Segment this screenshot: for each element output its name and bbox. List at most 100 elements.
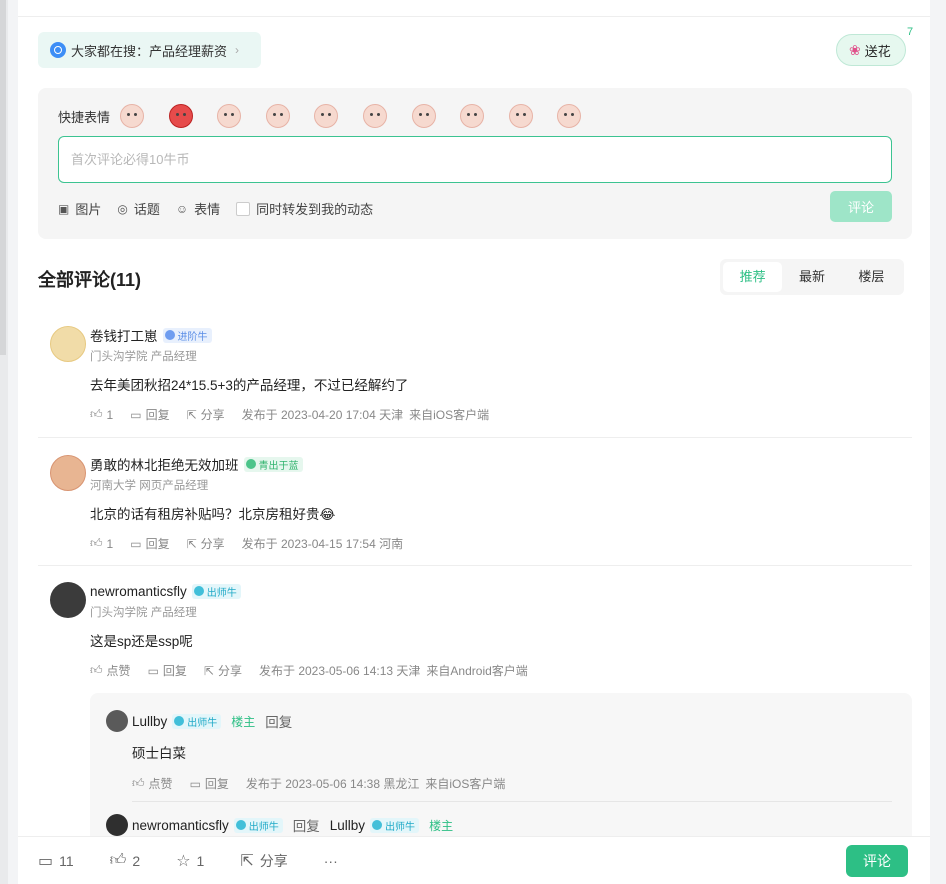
- reply-author[interactable]: Lullby: [132, 714, 167, 729]
- reply-target[interactable]: Lullby: [330, 818, 365, 833]
- tab-floor[interactable]: 楼层: [842, 262, 901, 292]
- send-flower-button[interactable]: ❀ 送花: [836, 34, 906, 66]
- like-post-button[interactable]: 👍︎ 2: [110, 851, 141, 870]
- cow-emoji-icon[interactable]: [411, 104, 436, 128]
- share-post-button[interactable]: ⇱ 分享: [240, 851, 287, 871]
- badge-label: 青出于蓝: [258, 460, 299, 472]
- reply-button[interactable]: ▭ 回复: [130, 406, 169, 423]
- reply-button[interactable]: ▭ 回复: [148, 662, 187, 679]
- reply-button[interactable]: ▭ 回复: [130, 535, 169, 552]
- comment-divider: [38, 437, 912, 438]
- tab-latest[interactable]: 最新: [782, 262, 841, 292]
- comments-count-button[interactable]: ▭ 11: [38, 851, 74, 871]
- emoji-tool-label: 表情: [194, 202, 221, 217]
- image-tool-button[interactable]: ▣ 图片: [58, 199, 101, 218]
- host-tag: 楼主: [231, 714, 256, 729]
- top-divider: [18, 16, 930, 17]
- cow-emoji-icon[interactable]: [557, 104, 582, 128]
- angry-cow-emoji-icon[interactable]: [168, 104, 193, 128]
- thumbs-up-icon: 👍︎: [109, 852, 127, 869]
- level-badge: 进阶牛: [162, 327, 212, 343]
- star-icon: ☆: [176, 852, 191, 870]
- reply-label: 回复: [145, 408, 170, 422]
- like-label: 点赞: [148, 777, 173, 791]
- comment-client: 来自iOS客户端: [409, 408, 490, 422]
- reply-label: 回复: [145, 537, 170, 551]
- author-school: 河南大学 网页产品经理: [90, 480, 209, 492]
- cow-emoji-icon[interactable]: [120, 104, 145, 128]
- thumbs-up-icon: 👍︎: [90, 663, 103, 677]
- cow-emoji-icon[interactable]: [362, 104, 387, 128]
- cow-emoji-icon[interactable]: [217, 104, 242, 128]
- reply-author[interactable]: newromanticsfly: [132, 818, 229, 833]
- bottom-comment-button[interactable]: 评论: [846, 845, 908, 877]
- like-button[interactable]: 👍︎ 1: [90, 407, 113, 422]
- avatar[interactable]: [50, 326, 86, 362]
- badge-label: 出师牛: [187, 717, 218, 729]
- like-count: 1: [106, 536, 114, 551]
- level-badge: 出师牛: [191, 583, 241, 599]
- comment-client: 来自Android客户端: [426, 664, 528, 678]
- comment-time: 发布于 2023-05-06 14:13 天津: [259, 664, 421, 678]
- like-label: 点赞: [106, 664, 131, 678]
- chevron-right-icon: ›: [235, 43, 240, 57]
- share-button[interactable]: ⇱ 分享: [187, 535, 225, 552]
- avatar[interactable]: [106, 710, 128, 732]
- share-button[interactable]: ⇱ 分享: [204, 662, 242, 679]
- reply-time: 发布于 2023-05-06 14:38 黑龙江: [245, 777, 420, 791]
- comment-time: 发布于 2023-04-15 17:54 河南: [241, 537, 404, 551]
- avatar[interactable]: [50, 455, 86, 491]
- like-button[interactable]: 👍︎ 点赞: [90, 662, 131, 679]
- comment-text: 去年美团秋招24*15.5+3的产品经理，不过已经解约了: [90, 378, 409, 393]
- reply-button[interactable]: ▭ 回复: [190, 775, 229, 792]
- left-scroll-indicator: [0, 0, 6, 355]
- comment-author[interactable]: 勇敢的林北拒绝无效加班: [90, 454, 239, 474]
- reply-thread: Lullby 出师牛 楼主 回复 硕士白菜 👍︎ 点赞 ▭ 回复 发布于 2023-…: [90, 693, 912, 843]
- repost-label: 同时转发到我的动态: [256, 202, 374, 217]
- like-count: 1: [106, 407, 114, 422]
- badge-icon: [245, 459, 256, 469]
- quick-emoji-label: 快捷表情: [58, 109, 111, 125]
- topic-tool-button[interactable]: ◎ 话题: [117, 199, 160, 218]
- comments-count: 11: [59, 852, 74, 869]
- cow-emoji-icon[interactable]: [460, 104, 485, 128]
- cow-emoji-icon[interactable]: [265, 104, 290, 128]
- share-button[interactable]: ⇱ 分享: [187, 406, 225, 423]
- avatar[interactable]: [106, 814, 128, 836]
- like-button[interactable]: 👍︎ 1: [90, 536, 113, 551]
- badge-icon: [164, 330, 175, 340]
- search-icon: [50, 42, 66, 58]
- comment-author[interactable]: 卷钱打工崽: [90, 325, 158, 345]
- like-button[interactable]: 👍︎ 点赞: [132, 775, 173, 792]
- badge-label: 进阶牛: [177, 331, 208, 343]
- badge-icon: [235, 820, 246, 830]
- hot-search-link[interactable]: 大家都在搜： 产品经理薪资 ›: [38, 32, 262, 68]
- submit-comment-button[interactable]: 评论: [830, 191, 892, 222]
- repost-checkbox[interactable]: 同时转发到我的动态: [236, 199, 373, 218]
- badge-label: 出师牛: [206, 587, 237, 599]
- checkbox-box[interactable]: [236, 201, 251, 216]
- favorite-button[interactable]: ☆ 1: [176, 851, 204, 871]
- comment-icon: ▭: [130, 536, 142, 551]
- thumbs-up-icon: 👍︎: [90, 536, 103, 550]
- share-icon: ⇱: [240, 852, 254, 870]
- cow-emoji-icon[interactable]: [314, 104, 339, 128]
- badge-icon: [193, 586, 204, 596]
- share-label: 分享: [200, 537, 225, 551]
- comment-author[interactable]: newromanticsfly: [90, 584, 187, 599]
- level-badge: 出师牛: [233, 817, 283, 833]
- avatar[interactable]: [50, 582, 86, 618]
- comment-input[interactable]: [58, 136, 892, 183]
- hot-search-keyword: 产品经理薪资: [149, 43, 228, 59]
- favorites-count: 1: [196, 852, 205, 869]
- reply-divider: [132, 801, 892, 802]
- emoji-tool-button[interactable]: ☺ 表情: [176, 199, 220, 218]
- reply-link[interactable]: 回复: [265, 711, 292, 731]
- comments-title: 全部评论(11): [38, 270, 142, 290]
- comment-divider: [38, 565, 912, 566]
- more-button[interactable]: ···: [324, 853, 338, 869]
- hot-search-prefix: 大家都在搜：: [71, 43, 150, 59]
- tab-recommended[interactable]: 推荐: [723, 262, 783, 292]
- cow-emoji-icon[interactable]: [508, 104, 533, 128]
- more-icon: ···: [323, 852, 338, 869]
